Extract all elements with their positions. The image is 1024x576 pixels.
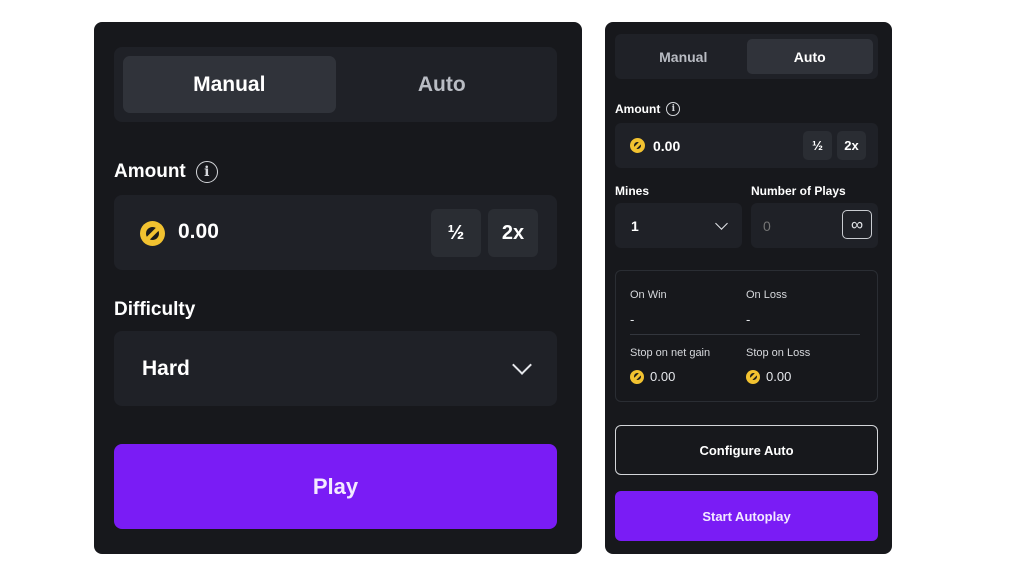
on-win-label: On Win: [630, 289, 667, 301]
double-amount-button[interactable]: 2x: [488, 209, 538, 257]
mode-tabs: Manual Auto: [615, 34, 878, 79]
coin-icon: [746, 369, 760, 384]
on-win-value: -: [630, 312, 635, 327]
mines-select[interactable]: 1: [615, 203, 742, 248]
difficulty-select[interactable]: Hard: [114, 331, 557, 406]
amount-label-row: Amount i: [615, 102, 681, 116]
tab-manual[interactable]: Manual: [123, 56, 336, 113]
configure-auto-button[interactable]: Configure Auto: [615, 425, 878, 475]
info-icon[interactable]: i: [195, 161, 218, 183]
difficulty-label-row: Difficulty: [114, 299, 195, 321]
stop-on-loss-value: 0.00: [766, 369, 792, 384]
amount-value: 0.00: [653, 138, 681, 154]
coin-icon: [630, 369, 644, 384]
coin-icon: [630, 138, 645, 153]
amount-value: 0.00: [178, 220, 219, 243]
difficulty-label: Difficulty: [114, 299, 196, 320]
number-of-plays-field: ∞: [751, 203, 878, 248]
stop-on-loss-label: Stop on Loss: [746, 347, 811, 359]
number-of-plays-label: Number of Plays: [751, 184, 846, 198]
stop-on-net-gain-value: 0.00: [650, 369, 676, 384]
mines-label: Mines: [615, 184, 650, 198]
tab-manual[interactable]: Manual: [620, 39, 747, 74]
chevron-down-icon: [512, 354, 532, 375]
divider: [630, 334, 860, 335]
mines-value: 1: [631, 217, 639, 234]
info-icon[interactable]: i: [666, 102, 681, 116]
coin-icon: [140, 221, 165, 246]
amount-label: Amount: [615, 102, 661, 116]
stop-on-loss-value-row: 0.00: [746, 369, 791, 384]
half-amount-button[interactable]: ½: [431, 209, 481, 257]
amount-input[interactable]: 0.00 ½ 2x: [114, 195, 557, 270]
chevron-down-icon: [715, 216, 728, 230]
auto-settings-summary: On Win - On Loss - Stop on net gain 0.00…: [615, 270, 878, 402]
start-autoplay-button[interactable]: Start Autoplay: [615, 491, 878, 541]
auto-bet-panel: Manual Auto Amount i 0.00 ½ 2x Mines Num…: [605, 22, 892, 554]
play-button[interactable]: Play: [114, 444, 557, 529]
tab-auto[interactable]: Auto: [336, 56, 549, 113]
amount-label-row: Amount i: [114, 161, 218, 183]
infinity-icon[interactable]: ∞: [842, 210, 872, 239]
tab-auto[interactable]: Auto: [746, 39, 873, 74]
amount-label: Amount: [114, 161, 186, 182]
number-of-plays-input[interactable]: [761, 215, 825, 237]
difficulty-value: Hard: [142, 356, 190, 380]
stop-on-net-gain-label: Stop on net gain: [630, 347, 711, 359]
amount-input[interactable]: 0.00 ½ 2x: [615, 123, 878, 168]
on-loss-label: On Loss: [746, 289, 787, 301]
half-amount-button[interactable]: ½: [803, 131, 832, 160]
on-loss-value: -: [746, 312, 751, 327]
mode-tabs: Manual Auto: [114, 47, 557, 122]
double-amount-button[interactable]: 2x: [837, 131, 866, 160]
stop-on-net-gain-value-row: 0.00: [630, 369, 675, 384]
manual-bet-panel: Manual Auto Amount i 0.00 ½ 2x Difficult…: [94, 22, 582, 554]
